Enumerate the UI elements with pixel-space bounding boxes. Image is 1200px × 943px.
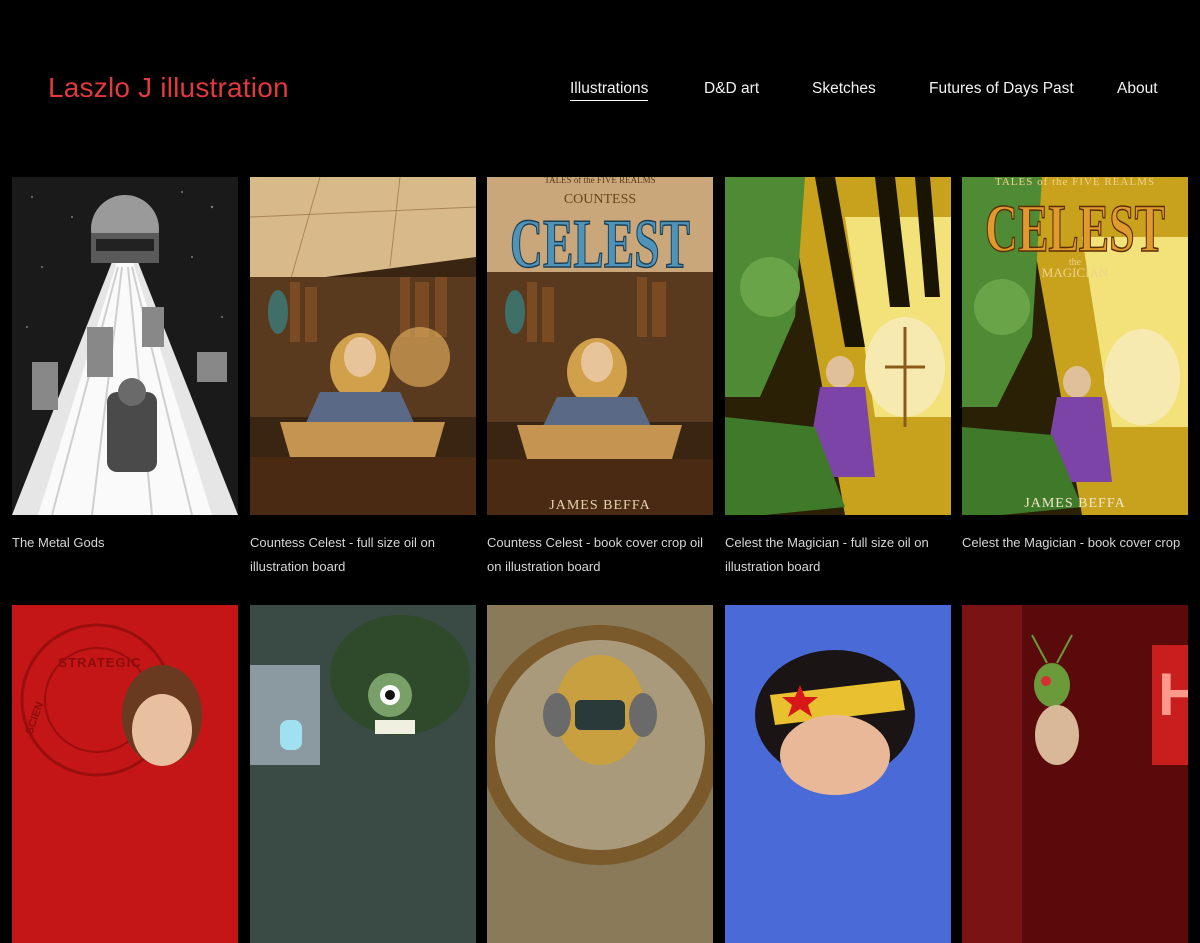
gallery-item[interactable]: STRATEGIC SCIEN (12, 605, 238, 943)
gallery-item[interactable]: HO (962, 605, 1188, 943)
artwork-thumbnail[interactable]: TALES of the FIVE REALMS COUNTESS CELEST… (487, 177, 713, 515)
nav-item-sketches[interactable]: Sketches (812, 80, 876, 98)
artwork-thumbnail[interactable] (725, 177, 951, 515)
cover-series-text: TALES of the FIVE REALMS (544, 177, 655, 185)
gallery-item[interactable] (725, 605, 951, 943)
gallery-item[interactable] (487, 605, 713, 943)
artwork-thumbnail[interactable]: STRATEGIC SCIEN (12, 605, 238, 943)
gallery-item[interactable]: TALES of the FIVE REALMS CELEST the MAGI… (962, 177, 1188, 555)
gallery-item[interactable]: TALES of the FIVE REALMS COUNTESS CELEST… (487, 177, 713, 579)
artwork-thumbnail[interactable] (250, 177, 476, 515)
cover-title-text: CELEST (510, 206, 690, 283)
artwork-thumbnail[interactable]: HO (962, 605, 1188, 943)
main-nav: Illustrations D&D art Sketches Futures o… (0, 80, 1200, 110)
site-header: Laszlo J illustration Illustrations D&D … (0, 0, 1200, 178)
badge-text: STRATEGIC (58, 655, 141, 670)
artwork-thumbnail[interactable] (487, 605, 713, 943)
cover-title-text: CELEST (985, 190, 1165, 266)
nav-item-dnd-art[interactable]: D&D art (704, 80, 759, 98)
nav-item-about[interactable]: About (1117, 80, 1158, 98)
neon-sign-text: HO (1158, 661, 1188, 728)
gallery-item[interactable]: The Metal Gods (12, 177, 238, 555)
gallery-item[interactable]: Celest the Magician - full size oil on i… (725, 177, 951, 579)
artwork-caption: Countess Celest - full size oil on illus… (250, 535, 435, 574)
artwork-caption: Celest the Magician - full size oil on i… (725, 535, 929, 574)
artwork-caption: Countess Celest - book cover crop oil on… (487, 535, 704, 574)
cover-author-text: JAMES BEFFA (1024, 496, 1125, 511)
artwork-thumbnail[interactable]: TALES of the FIVE REALMS CELEST the MAGI… (962, 177, 1188, 515)
gallery-item[interactable] (250, 605, 476, 943)
nav-item-illustrations[interactable]: Illustrations (570, 80, 649, 101)
cover-subtitle-text: COUNTESS (564, 192, 636, 207)
artwork-caption: Celest the Magician - book cover crop (962, 535, 1181, 550)
cover-author-text: JAMES BEFFA (549, 498, 650, 513)
nav-item-futures-of-days-past[interactable]: Futures of Days Past (929, 80, 1074, 98)
artwork-thumbnail[interactable] (12, 177, 238, 515)
cover-subtitle-text: MAGICIAN (1042, 265, 1109, 280)
cover-series-text: TALES of the FIVE REALMS (995, 177, 1155, 188)
gallery-item[interactable]: Countess Celest - full size oil on illus… (250, 177, 476, 579)
artwork-thumbnail[interactable] (725, 605, 951, 943)
artwork-thumbnail[interactable] (250, 605, 476, 943)
artwork-caption: The Metal Gods (12, 535, 105, 550)
